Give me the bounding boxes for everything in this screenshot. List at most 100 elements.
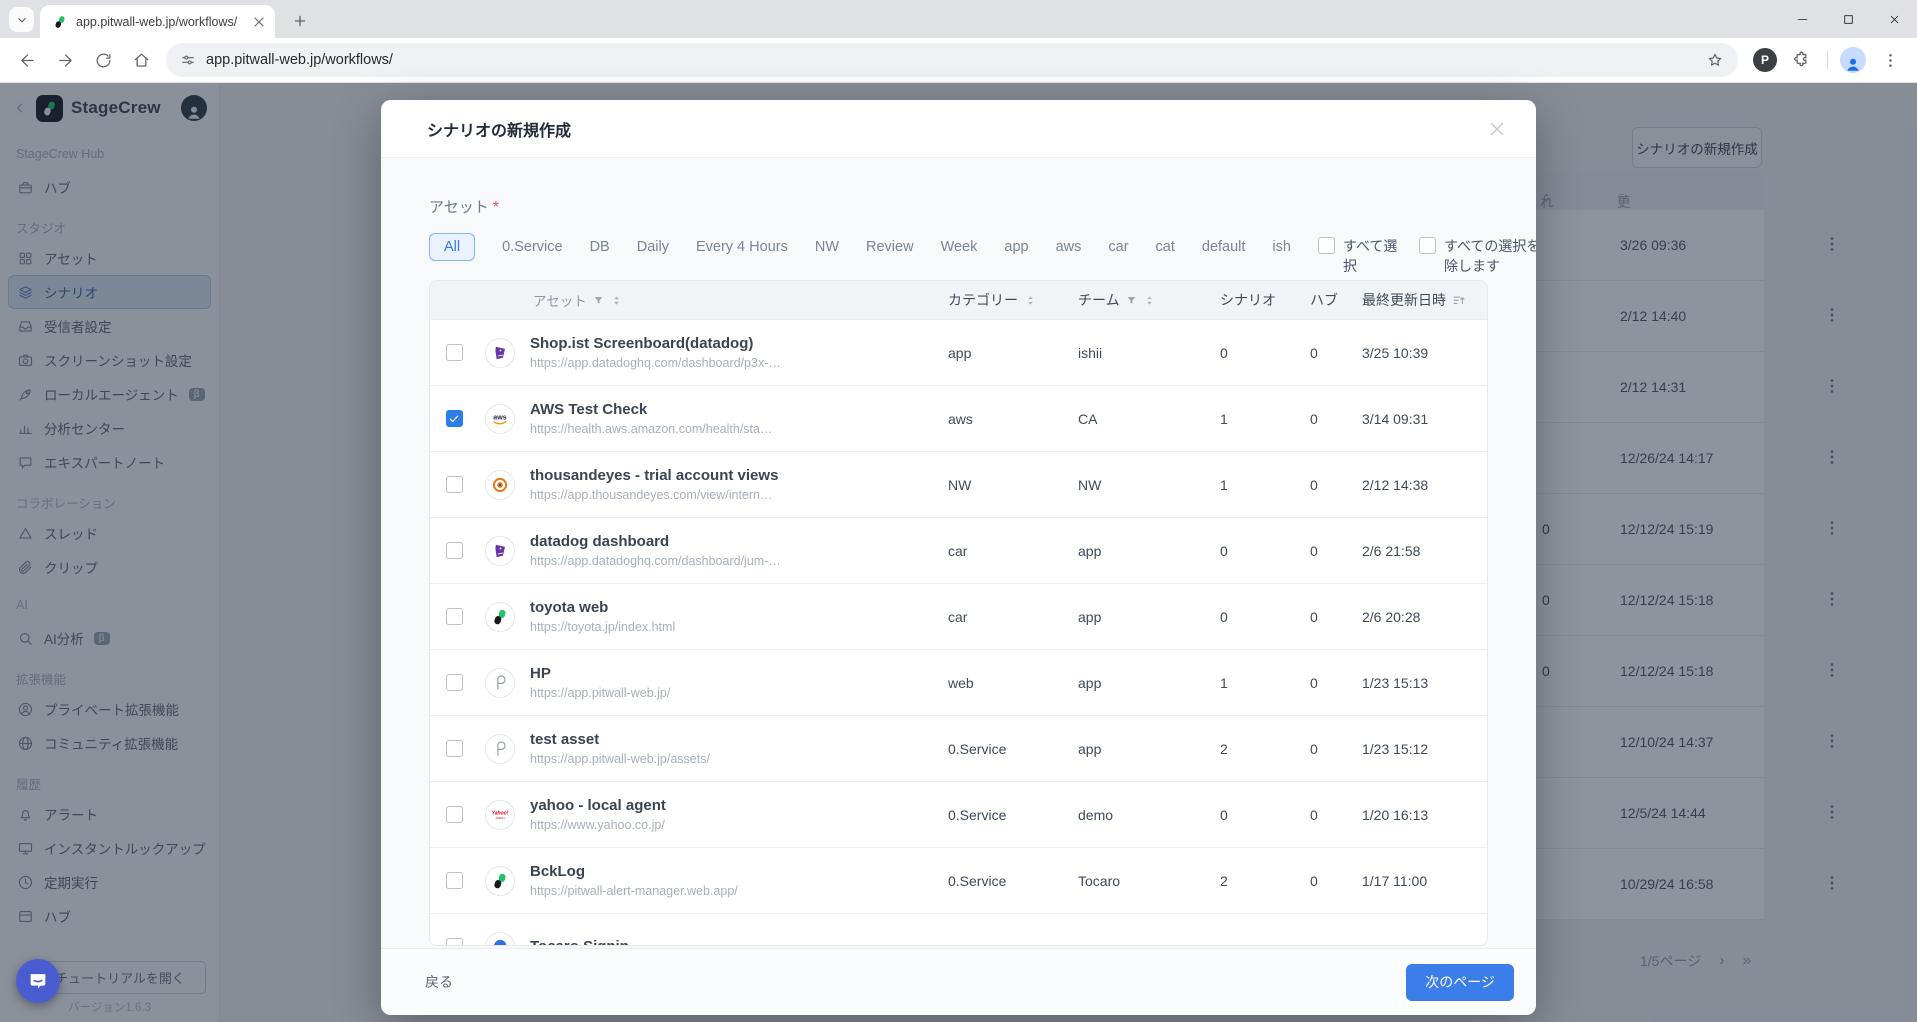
back-button[interactable]: 戻る — [425, 972, 453, 992]
sort-icon[interactable] — [1143, 294, 1156, 307]
deselect-all-checkbox[interactable] — [1419, 237, 1436, 254]
asset-scenario-count: 0 — [1210, 807, 1300, 823]
asset-filter-chip[interactable]: 0.Service — [502, 233, 562, 261]
team-column-header[interactable]: チーム — [1078, 290, 1120, 310]
browser-tab-strip: app.pitwall-web.jp/workflows/ — [0, 0, 1917, 38]
browser-profile-avatar[interactable] — [1840, 47, 1866, 73]
asset-table: アセット カテゴリー チーム シナリオ ハブ — [429, 280, 1488, 946]
asset-name: toyota web — [530, 599, 944, 616]
table-row[interactable]: Tocaro Signin — [430, 913, 1487, 946]
table-row[interactable]: Yahoo!JAPANyahoo - local agenthttps://ww… — [430, 781, 1487, 847]
asset-team: app — [1074, 543, 1210, 559]
asset-name: datadog dashboard — [530, 533, 944, 550]
next-page-button[interactable]: 次のページ — [1406, 964, 1514, 1001]
tab-search-button[interactable] — [9, 7, 34, 32]
asset-url: https://pitwall-alert-manager.web.app/ — [530, 884, 944, 898]
row-checkbox[interactable] — [446, 872, 463, 889]
asset-column-header[interactable]: アセット — [533, 290, 587, 310]
bookmark-star-icon[interactable] — [1706, 51, 1724, 69]
person-icon — [1844, 55, 1862, 73]
asset-filter-chip[interactable]: Week — [941, 233, 978, 261]
asset-url: https://app.thousandeyes.com/view/intern… — [530, 488, 944, 502]
table-row[interactable]: test assethttps://app.pitwall-web.jp/ass… — [430, 715, 1487, 781]
required-mark: * — [493, 199, 499, 216]
sort-ascending-icon[interactable] — [1452, 293, 1467, 308]
window-maximize-button[interactable] — [1825, 0, 1871, 38]
asset-team: CA — [1074, 411, 1210, 427]
asset-filter-chip[interactable]: app — [1004, 233, 1028, 261]
row-checkbox[interactable] — [446, 806, 463, 823]
asset-filter-chip[interactable]: cat — [1156, 233, 1175, 261]
table-row[interactable]: thousandeyes - trial account viewshttps:… — [430, 451, 1487, 517]
hub-column-header: ハブ — [1310, 290, 1338, 310]
table-row[interactable]: BckLoghttps://pitwall-alert-manager.web.… — [430, 847, 1487, 913]
browser-tab[interactable]: app.pitwall-web.jp/workflows/ — [40, 5, 275, 38]
filter-icon[interactable] — [1126, 295, 1137, 306]
forward-button[interactable] — [48, 43, 82, 77]
check-icon — [448, 413, 460, 425]
new-tab-button[interactable] — [288, 9, 312, 33]
asset-filter-chip[interactable]: All — [429, 233, 475, 261]
row-checkbox[interactable] — [446, 542, 463, 559]
reload-button[interactable] — [86, 43, 120, 77]
row-checkbox[interactable] — [446, 476, 463, 493]
chat-widget-button[interactable] — [16, 959, 60, 1003]
asset-updated: 1/20 16:13 — [1358, 807, 1487, 823]
asset-filter-chip[interactable]: Every 4 Hours — [696, 233, 788, 261]
asset-updated: 2/6 21:58 — [1358, 543, 1487, 559]
select-all-checkbox[interactable] — [1318, 237, 1335, 254]
asset-url: https://toyota.jp/index.html — [530, 620, 944, 634]
row-checkbox[interactable] — [446, 674, 463, 691]
asset-filter-chip[interactable]: default — [1202, 233, 1246, 261]
svg-text:aws: aws — [493, 413, 506, 421]
modal-close-button[interactable] — [1486, 118, 1508, 140]
filter-icon[interactable] — [593, 295, 604, 306]
window-minimize-button[interactable] — [1779, 0, 1825, 38]
maximize-icon — [1842, 13, 1855, 26]
asset-name: Shop.ist Screenboard(datadog) — [530, 335, 944, 352]
row-checkbox[interactable] — [446, 740, 463, 757]
row-checkbox[interactable] — [446, 608, 463, 625]
asset-filter-chip[interactable]: DB — [590, 233, 610, 261]
updated-column-header[interactable]: 最終更新日時 — [1362, 290, 1446, 310]
asset-category: 0.Service — [944, 873, 1074, 889]
extensions-button[interactable] — [1784, 43, 1818, 77]
asset-category: car — [944, 543, 1074, 559]
asset-filter-chip[interactable]: aws — [1056, 233, 1082, 261]
deselect-all-group[interactable]: すべての選択を解除します — [1419, 237, 1536, 276]
sort-icon[interactable] — [610, 294, 623, 307]
pitwall-p-icon — [485, 734, 515, 764]
table-row[interactable]: datadog dashboardhttps://app.datadoghq.c… — [430, 517, 1487, 583]
asset-filter-chip[interactable]: Review — [866, 233, 914, 261]
browser-menu-button[interactable] — [1873, 43, 1907, 77]
tab-close-icon[interactable] — [251, 14, 267, 30]
asset-filter-chip[interactable]: car — [1108, 233, 1128, 261]
datadog-icon — [485, 536, 515, 566]
row-checkbox[interactable] — [446, 410, 463, 427]
svg-text:JAPAN: JAPAN — [495, 816, 504, 820]
table-row[interactable]: awsAWS Test Checkhttps://health.aws.amaz… — [430, 385, 1487, 451]
asset-filter-chip[interactable]: ish — [1272, 233, 1291, 261]
table-row[interactable]: Shop.ist Screenboard(datadog)https://app… — [430, 319, 1487, 385]
close-icon — [1888, 13, 1901, 26]
back-button[interactable] — [10, 43, 44, 77]
asset-team: Tocaro — [1074, 873, 1210, 889]
asset-category: aws — [944, 411, 1074, 427]
pitwall-extension-icon[interactable]: P — [1753, 48, 1777, 72]
asset-filter-chip[interactable]: Daily — [637, 233, 669, 261]
asset-filter-chip[interactable]: NW — [815, 233, 839, 261]
window-close-button[interactable] — [1871, 0, 1917, 38]
sort-icon[interactable] — [1024, 294, 1037, 307]
row-checkbox[interactable] — [446, 344, 463, 361]
category-column-header[interactable]: カテゴリー — [948, 290, 1018, 310]
asset-updated: 3/14 09:31 — [1358, 411, 1487, 427]
site-settings-icon[interactable] — [180, 52, 196, 68]
row-checkbox[interactable] — [446, 938, 463, 946]
table-row[interactable]: toyota webhttps://toyota.jp/index.htmlca… — [430, 583, 1487, 649]
address-bar[interactable]: app.pitwall-web.jp/workflows/ — [166, 43, 1738, 77]
select-all-group[interactable]: すべて選択 — [1318, 237, 1405, 276]
table-row[interactable]: HPhttps://app.pitwall-web.jp/webapp101/2… — [430, 649, 1487, 715]
home-button[interactable] — [124, 43, 158, 77]
arrow-left-icon — [18, 51, 37, 70]
asset-hub-count: 0 — [1300, 609, 1358, 625]
